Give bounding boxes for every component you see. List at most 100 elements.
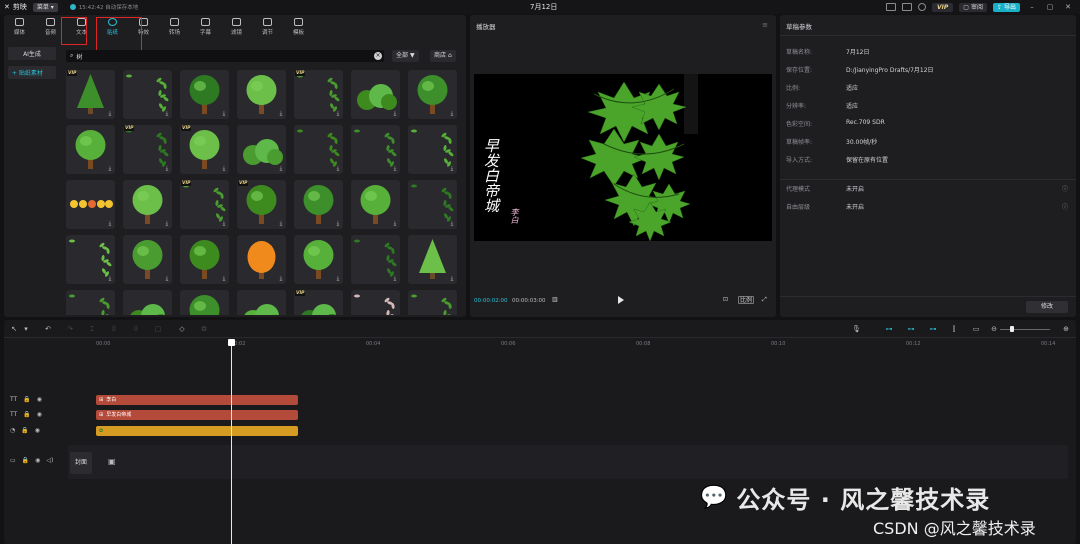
download-icon[interactable]: ⤓	[335, 221, 341, 227]
sticker-item[interactable]: ⤓	[66, 125, 115, 174]
download-icon[interactable]: ⤓	[107, 166, 113, 172]
tab-template[interactable]: 模板	[283, 15, 314, 39]
sticker-item[interactable]: ⤓	[123, 290, 172, 315]
sticker-item[interactable]: ⤓	[123, 180, 172, 229]
sticker-item[interactable]: ⤓	[351, 70, 400, 119]
poet-name-text[interactable]: 李白	[510, 208, 519, 224]
lock-icon[interactable]: 🔒	[23, 411, 30, 418]
export-button[interactable]: ⇪ 导出	[992, 2, 1020, 12]
preview-axis-icon[interactable]: ⫿	[950, 325, 958, 333]
zoom-out-icon[interactable]: ⊖	[990, 325, 998, 333]
tab-media[interactable]: 媒体	[4, 15, 35, 39]
download-icon[interactable]: ⤓	[164, 276, 170, 282]
download-icon[interactable]: ⤓	[449, 221, 455, 227]
download-icon[interactable]: ⤓	[278, 276, 284, 282]
download-icon[interactable]: ⤓	[392, 111, 398, 117]
sticker-item[interactable]: ⤓	[123, 235, 172, 284]
sticker-item[interactable]: ⤓	[408, 290, 457, 315]
tab-subtitle[interactable]: 字幕	[190, 15, 221, 39]
sticker-item[interactable]: ⤓	[408, 235, 457, 284]
download-icon[interactable]: ⤓	[164, 111, 170, 117]
tab-filter[interactable]: 滤镜	[221, 15, 252, 39]
store-button[interactable]: 商店 ⌂	[430, 50, 456, 62]
clear-search-icon[interactable]: ×	[374, 52, 382, 60]
review-button[interactable]: ▢ 审阅	[959, 2, 987, 12]
sticker-item[interactable]: ⤓	[294, 180, 343, 229]
filter-all-button[interactable]: 全部 ▼	[392, 50, 419, 62]
download-icon[interactable]: ⤓	[392, 276, 398, 282]
sticker-item[interactable]: VIP⤓	[294, 70, 343, 119]
sticker-item[interactable]: ⤓	[351, 235, 400, 284]
visibility-icon[interactable]: ◉	[37, 411, 42, 418]
visibility-icon[interactable]: ◉	[35, 427, 40, 434]
download-icon[interactable]: ⤓	[335, 111, 341, 117]
info-icon[interactable]: ⓘ	[1062, 184, 1068, 193]
download-icon[interactable]: ⤓	[392, 166, 398, 172]
playhead-handle[interactable]	[228, 339, 235, 346]
download-icon[interactable]: ⤓	[107, 111, 113, 117]
settings-icon[interactable]	[917, 3, 926, 11]
cover-button[interactable]: 封面	[70, 452, 92, 474]
search-input[interactable]	[76, 52, 357, 60]
vip-badge[interactable]: VIP	[931, 2, 954, 12]
sticker-item[interactable]: ⤓	[237, 290, 286, 315]
download-icon[interactable]: ⤓	[221, 221, 227, 227]
download-icon[interactable]: ⤓	[392, 221, 398, 227]
play-icon[interactable]	[618, 296, 624, 304]
sticker-item[interactable]: ⤓	[294, 125, 343, 174]
search-field[interactable]: ⌕	[66, 50, 384, 62]
download-icon[interactable]: ⤓	[164, 221, 170, 227]
shortcut-icon[interactable]	[885, 3, 896, 11]
mark-icon[interactable]: ◇	[178, 325, 186, 333]
download-icon[interactable]: ⤓	[449, 276, 455, 282]
sticker-item[interactable]: ⤓	[180, 70, 229, 119]
download-icon[interactable]: ⤓	[164, 166, 170, 172]
sticker-item[interactable]: ⤓	[66, 180, 115, 229]
menu-button[interactable]: 菜单 ▾	[32, 2, 58, 12]
modify-button[interactable]: 修改	[1026, 301, 1068, 313]
crop-icon[interactable]: ⧉	[200, 325, 208, 333]
download-icon[interactable]: ⤓	[278, 166, 284, 172]
visibility-icon[interactable]: ◉	[35, 457, 40, 464]
sticker-item[interactable]: ⤓	[66, 235, 115, 284]
redo-icon[interactable]: ↷	[66, 325, 74, 333]
sticker-item[interactable]: VIP⤓	[180, 180, 229, 229]
download-icon[interactable]: ⤓	[278, 221, 284, 227]
sticker-clip[interactable]: ✿	[96, 426, 298, 436]
playhead[interactable]	[231, 340, 232, 544]
sticker-item[interactable]: ⤓	[351, 290, 400, 315]
preview-canvas[interactable]: 早发白帝城 李白	[474, 74, 772, 241]
zoom-slider[interactable]	[1000, 329, 1050, 330]
zoom-in-icon[interactable]: ⊕	[1062, 325, 1070, 333]
sticker-item[interactable]: ⤓	[237, 125, 286, 174]
sticker-item[interactable]: ⤓	[180, 235, 229, 284]
timecode-grid-icon[interactable]: ▥	[552, 296, 558, 304]
zoom-slider-handle[interactable]	[1010, 326, 1014, 332]
audio-icon[interactable]: ◁)	[46, 457, 53, 464]
download-icon[interactable]: ⤓	[221, 166, 227, 172]
select-cursor-icon[interactable]: ↖	[10, 325, 18, 333]
poem-title-text[interactable]: 早发白帝城	[482, 138, 500, 213]
sticker-item[interactable]: ⤓	[408, 180, 457, 229]
fit-timeline-icon[interactable]: ▭	[972, 325, 980, 333]
sticker-item[interactable]: ⤓	[294, 235, 343, 284]
lock-icon[interactable]: 🔒	[21, 427, 28, 434]
sticker-item[interactable]: VIP⤓	[123, 125, 172, 174]
split-left-icon[interactable]: ⌷	[110, 325, 118, 333]
fullscreen-icon[interactable]: ⤢	[762, 296, 767, 304]
split-right-icon[interactable]: ⌷	[132, 325, 140, 333]
download-icon[interactable]: ⤓	[335, 276, 341, 282]
timeline-ruler[interactable]: 00:00 00:02 00:04 00:06 00:08 00:10 00:12 00:14	[68, 339, 1068, 349]
lock-icon[interactable]: 🔒	[23, 396, 30, 403]
fit-view-icon[interactable]: ⊡	[723, 296, 728, 304]
sticker-item[interactable]: VIP⤓	[237, 180, 286, 229]
download-icon[interactable]: ⤓	[449, 111, 455, 117]
sticker-item[interactable]: VIP⤓	[294, 290, 343, 315]
close-icon[interactable]: ✕	[1062, 3, 1074, 11]
minimize-icon[interactable]: –	[1026, 3, 1038, 11]
sticker-item[interactable]: ⤓	[237, 235, 286, 284]
player-menu-icon[interactable]: ≡	[762, 21, 768, 29]
sticker-item[interactable]: ⤓	[351, 180, 400, 229]
tab-adjust[interactable]: 调节	[252, 15, 283, 39]
delete-icon[interactable]: ▢	[154, 325, 162, 333]
